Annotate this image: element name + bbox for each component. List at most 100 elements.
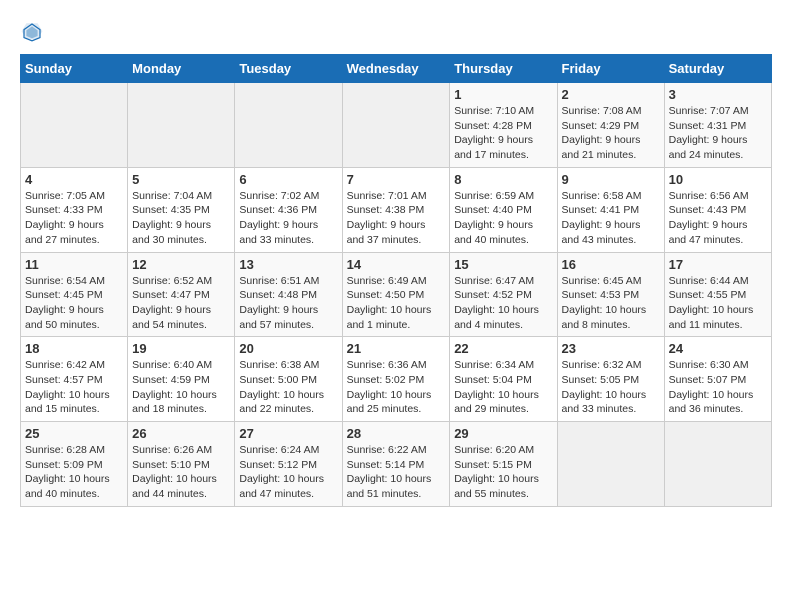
day-number: 22 <box>454 341 552 356</box>
day-number: 3 <box>669 87 767 102</box>
day-info: Sunrise: 6:56 AMSunset: 4:43 PMDaylight:… <box>669 189 767 248</box>
day-info: Sunrise: 6:26 AMSunset: 5:10 PMDaylight:… <box>132 443 230 502</box>
day-info: Sunrise: 6:44 AMSunset: 4:55 PMDaylight:… <box>669 274 767 333</box>
day-number: 18 <box>25 341 123 356</box>
day-info: Sunrise: 7:08 AMSunset: 4:29 PMDaylight:… <box>562 104 660 163</box>
day-info: Sunrise: 6:58 AMSunset: 4:41 PMDaylight:… <box>562 189 660 248</box>
day-number: 2 <box>562 87 660 102</box>
day-number: 27 <box>239 426 337 441</box>
calendar-cell: 1Sunrise: 7:10 AMSunset: 4:28 PMDaylight… <box>450 83 557 168</box>
day-info: Sunrise: 6:52 AMSunset: 4:47 PMDaylight:… <box>132 274 230 333</box>
calendar-cell: 18 Sunrise: 6:42 AMSunset: 4:57 PMDayligh… <box>21 337 128 422</box>
day-info: Sunrise: 6:45 AMSunset: 4:53 PMDaylight:… <box>562 274 660 333</box>
logo-icon <box>20 20 44 44</box>
day-info: Sunrise: 7:04 AMSunset: 4:35 PMDaylight:… <box>132 189 230 248</box>
day-number: 25 <box>25 426 123 441</box>
day-info: Sunrise: 7:10 AMSunset: 4:28 PMDaylight:… <box>454 104 552 163</box>
calendar-cell: 12 Sunrise: 6:52 AMSunset: 4:47 PMDayligh… <box>128 252 235 337</box>
calendar-cell: 4Sunrise: 7:05 AMSunset: 4:33 PMDaylight… <box>21 167 128 252</box>
day-info: Sunrise: 7:02 AMSunset: 4:36 PMDaylight:… <box>239 189 337 248</box>
calendar-cell <box>342 83 450 168</box>
calendar-cell: 21 Sunrise: 6:36 AMSunset: 5:02 PMDayligh… <box>342 337 450 422</box>
day-info: Sunrise: 6:24 AMSunset: 5:12 PMDaylight:… <box>239 443 337 502</box>
calendar: SundayMondayTuesdayWednesdayThursdayFrid… <box>20 54 772 507</box>
day-number: 11 <box>25 257 123 272</box>
calendar-cell: 11 Sunrise: 6:54 AMSunset: 4:45 PMDayligh… <box>21 252 128 337</box>
calendar-cell: 25 Sunrise: 6:28 AMSunset: 5:09 PMDayligh… <box>21 422 128 507</box>
day-info: Sunrise: 6:47 AMSunset: 4:52 PMDaylight:… <box>454 274 552 333</box>
day-info: Sunrise: 6:28 AMSunset: 5:09 PMDaylight:… <box>25 443 123 502</box>
day-info: Sunrise: 6:20 AMSunset: 5:15 PMDaylight:… <box>454 443 552 502</box>
day-number: 17 <box>669 257 767 272</box>
calendar-cell: 22 Sunrise: 6:34 AMSunset: 5:04 PMDayligh… <box>450 337 557 422</box>
calendar-cell: 16Sunrise: 6:45 AMSunset: 4:53 PMDayligh… <box>557 252 664 337</box>
calendar-cell: 27 Sunrise: 6:24 AMSunset: 5:12 PMDayligh… <box>235 422 342 507</box>
calendar-cell: 10Sunrise: 6:56 AMSunset: 4:43 PMDayligh… <box>664 167 771 252</box>
day-number: 29 <box>454 426 552 441</box>
day-info: Sunrise: 6:34 AMSunset: 5:04 PMDaylight:… <box>454 358 552 417</box>
calendar-header-wednesday: Wednesday <box>342 55 450 83</box>
day-number: 26 <box>132 426 230 441</box>
day-number: 8 <box>454 172 552 187</box>
calendar-header-sunday: Sunday <box>21 55 128 83</box>
calendar-header-thursday: Thursday <box>450 55 557 83</box>
day-info: Sunrise: 6:38 AMSunset: 5:00 PMDaylight:… <box>239 358 337 417</box>
logo <box>20 20 48 44</box>
day-number: 23 <box>562 341 660 356</box>
day-number: 6 <box>239 172 337 187</box>
day-number: 9 <box>562 172 660 187</box>
day-number: 28 <box>347 426 446 441</box>
day-info: Sunrise: 6:59 AMSunset: 4:40 PMDaylight:… <box>454 189 552 248</box>
calendar-cell: 29 Sunrise: 6:20 AMSunset: 5:15 PMDayligh… <box>450 422 557 507</box>
calendar-cell: 26 Sunrise: 6:26 AMSunset: 5:10 PMDayligh… <box>128 422 235 507</box>
day-number: 24 <box>669 341 767 356</box>
day-number: 19 <box>132 341 230 356</box>
day-info: Sunrise: 6:30 AMSunset: 5:07 PMDaylight:… <box>669 358 767 417</box>
day-number: 4 <box>25 172 123 187</box>
day-number: 20 <box>239 341 337 356</box>
day-info: Sunrise: 6:42 AMSunset: 4:57 PMDaylight:… <box>25 358 123 417</box>
day-number: 14 <box>347 257 446 272</box>
calendar-cell: 13Sunrise: 6:51 AMSunset: 4:48 PMDayligh… <box>235 252 342 337</box>
calendar-week-5: 25 Sunrise: 6:28 AMSunset: 5:09 PMDayligh… <box>21 422 772 507</box>
calendar-header-monday: Monday <box>128 55 235 83</box>
calendar-cell: 19 Sunrise: 6:40 AMSunset: 4:59 PMDayligh… <box>128 337 235 422</box>
day-info: Sunrise: 6:49 AMSunset: 4:50 PMDaylight:… <box>347 274 446 333</box>
calendar-week-4: 18 Sunrise: 6:42 AMSunset: 4:57 PMDayligh… <box>21 337 772 422</box>
calendar-cell: 6 Sunrise: 7:02 AMSunset: 4:36 PMDaylight… <box>235 167 342 252</box>
day-number: 12 <box>132 257 230 272</box>
calendar-cell: 15 Sunrise: 6:47 AMSunset: 4:52 PMDayligh… <box>450 252 557 337</box>
calendar-header-saturday: Saturday <box>664 55 771 83</box>
calendar-cell <box>128 83 235 168</box>
calendar-header-friday: Friday <box>557 55 664 83</box>
day-number: 5 <box>132 172 230 187</box>
day-info: Sunrise: 6:22 AMSunset: 5:14 PMDaylight:… <box>347 443 446 502</box>
calendar-cell: 23 Sunrise: 6:32 AMSunset: 5:05 PMDayligh… <box>557 337 664 422</box>
calendar-cell: 14 Sunrise: 6:49 AMSunset: 4:50 PMDayligh… <box>342 252 450 337</box>
day-number: 7 <box>347 172 446 187</box>
calendar-cell: 3 Sunrise: 7:07 AMSunset: 4:31 PMDaylight… <box>664 83 771 168</box>
day-info: Sunrise: 7:01 AMSunset: 4:38 PMDaylight:… <box>347 189 446 248</box>
calendar-cell: 7 Sunrise: 7:01 AMSunset: 4:38 PMDaylight… <box>342 167 450 252</box>
calendar-cell: 9 Sunrise: 6:58 AMSunset: 4:41 PMDaylight… <box>557 167 664 252</box>
calendar-week-3: 11 Sunrise: 6:54 AMSunset: 4:45 PMDayligh… <box>21 252 772 337</box>
day-number: 15 <box>454 257 552 272</box>
calendar-cell: 2 Sunrise: 7:08 AMSunset: 4:29 PMDaylight… <box>557 83 664 168</box>
calendar-cell <box>664 422 771 507</box>
header <box>20 20 772 44</box>
day-info: Sunrise: 6:51 AMSunset: 4:48 PMDaylight:… <box>239 274 337 333</box>
calendar-header-tuesday: Tuesday <box>235 55 342 83</box>
day-number: 21 <box>347 341 446 356</box>
calendar-cell <box>235 83 342 168</box>
calendar-cell: 8 Sunrise: 6:59 AMSunset: 4:40 PMDaylight… <box>450 167 557 252</box>
calendar-cell: 28 Sunrise: 6:22 AMSunset: 5:14 PMDayligh… <box>342 422 450 507</box>
day-info: Sunrise: 6:36 AMSunset: 5:02 PMDaylight:… <box>347 358 446 417</box>
calendar-header-row: SundayMondayTuesdayWednesdayThursdayFrid… <box>21 55 772 83</box>
calendar-week-1: 1Sunrise: 7:10 AMSunset: 4:28 PMDaylight… <box>21 83 772 168</box>
day-info: Sunrise: 6:32 AMSunset: 5:05 PMDaylight:… <box>562 358 660 417</box>
day-info: Sunrise: 7:07 AMSunset: 4:31 PMDaylight:… <box>669 104 767 163</box>
day-info: Sunrise: 6:54 AMSunset: 4:45 PMDaylight:… <box>25 274 123 333</box>
day-info: Sunrise: 6:40 AMSunset: 4:59 PMDaylight:… <box>132 358 230 417</box>
calendar-week-2: 4Sunrise: 7:05 AMSunset: 4:33 PMDaylight… <box>21 167 772 252</box>
calendar-cell <box>21 83 128 168</box>
